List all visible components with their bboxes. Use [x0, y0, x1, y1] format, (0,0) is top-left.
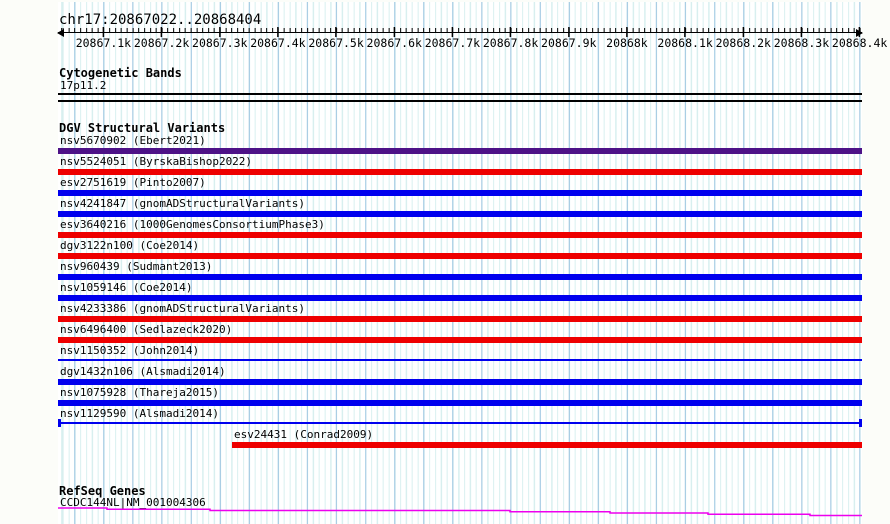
ruler-axis-line	[58, 32, 862, 33]
variant-row: nsv4233386 (gnomADStructuralVariants)	[58, 303, 862, 324]
variant-label[interactable]: dgv1432n106 (Alsmadi2014)	[60, 366, 226, 378]
ruler-tick-label: 20867.9k	[541, 36, 597, 50]
variant-label[interactable]: nsv960439 (Sudmant2013)	[60, 261, 212, 273]
variant-bar[interactable]	[58, 419, 862, 427]
variant-label[interactable]: nsv6496400 (Sedlazeck2020)	[60, 324, 232, 336]
variant-label[interactable]: nsv4241847 (gnomADStructuralVariants)	[60, 198, 305, 210]
variant-label[interactable]: esv24431 (Conrad2009)	[234, 429, 373, 441]
variant-bar[interactable]	[58, 190, 862, 196]
variant-bar[interactable]	[58, 253, 862, 259]
variant-label[interactable]: dgv3122n100 (Coe2014)	[60, 240, 199, 252]
ruler-tick-label: 20867.3k	[192, 36, 248, 50]
variant-label[interactable]: esv2751619 (Pinto2007)	[60, 177, 206, 189]
variant-row: nsv1059146 (Coe2014)	[58, 282, 862, 303]
variant-row: nsv1129590 (Alsmadi2014)	[58, 408, 862, 429]
variant-bar[interactable]	[58, 274, 862, 280]
variant-bar[interactable]	[58, 295, 862, 301]
variant-label[interactable]: nsv1075928 (Thareja2015)	[60, 387, 219, 399]
variant-label[interactable]: nsv5670902 (Ebert2021)	[60, 135, 206, 147]
variant-row: nsv5670902 (Ebert2021)	[58, 135, 862, 156]
variant-row: esv2751619 (Pinto2007)	[58, 177, 862, 198]
variants-list: nsv5670902 (Ebert2021) nsv5524051 (Byrska…	[58, 135, 862, 450]
variant-end-tick	[58, 419, 61, 427]
ruler-tick-label: 20868.3k	[773, 36, 830, 50]
variant-bar[interactable]	[58, 379, 862, 385]
ruler-tick-label: 20867.1k	[75, 36, 132, 50]
refseq-gene-line[interactable]	[58, 506, 862, 520]
variant-bar[interactable]	[58, 169, 862, 175]
ruler-tick-label: 20867.6k	[366, 36, 422, 50]
ruler-tick-label: 20867.7k	[424, 36, 481, 50]
coordinate-ruler: 20867.1k 20867.2k 20867.3k 20867.4k 20867.5k…	[57, 26, 887, 52]
variant-row: nsv5524051 (ByrskaBishop2022)	[58, 156, 862, 177]
variant-label[interactable]: nsv1059146 (Coe2014)	[60, 282, 192, 294]
variant-end-tick	[859, 419, 862, 427]
variant-label[interactable]: nsv1150352 (John2014)	[60, 345, 199, 357]
variant-label[interactable]: nsv5524051 (ByrskaBishop2022)	[60, 156, 252, 168]
ruler-tick-label: 20868.1k	[657, 36, 713, 50]
ruler-tick-label: 20867.4k	[250, 36, 306, 50]
variant-row: dgv3122n100 (Coe2014)	[58, 240, 862, 261]
variant-bar[interactable]	[58, 400, 862, 406]
variant-row: nsv1150352 (John2014)	[58, 345, 862, 366]
ruler-tick-label: 20867.8k	[482, 36, 539, 50]
variant-row: nsv6496400 (Sedlazeck2020)	[58, 324, 862, 345]
cytoband-label: 17p11.2	[60, 79, 107, 92]
variant-bar[interactable]	[58, 316, 862, 322]
variant-bar[interactable]	[232, 442, 862, 448]
variant-label[interactable]: esv3640216 (1000GenomesConsortiumPhase3)	[60, 219, 325, 231]
variant-label[interactable]: nsv1129590 (Alsmadi2014)	[60, 408, 219, 420]
ruler-tick-label: 20868k	[606, 36, 648, 50]
ruler-tick-label: 20868.2k	[715, 36, 771, 50]
variant-bar[interactable]	[58, 148, 862, 154]
variant-row: nsv1075928 (Thareja2015)	[58, 387, 862, 408]
variant-row: esv24431 (Conrad2009)	[58, 429, 862, 450]
variant-bar[interactable]	[58, 359, 862, 361]
variant-row: esv3640216 (1000GenomesConsortiumPhase3)	[58, 219, 862, 240]
variant-bar[interactable]	[58, 232, 862, 238]
variant-row: nsv960439 (Sudmant2013)	[58, 261, 862, 282]
ruler-left-arrow-icon	[57, 29, 64, 37]
variant-bar[interactable]	[58, 211, 862, 217]
variant-row: nsv4241847 (gnomADStructuralVariants)	[58, 198, 862, 219]
ruler-tick-label: 20868.4k	[831, 36, 888, 50]
cytoband-bar[interactable]	[58, 93, 862, 102]
ruler-tick-label: 20867.2k	[133, 36, 190, 50]
ruler-tick-label: 20867.5k	[308, 36, 364, 50]
variant-bar[interactable]	[58, 337, 862, 343]
variant-label[interactable]: nsv4233386 (gnomADStructuralVariants)	[60, 303, 305, 315]
variant-row: dgv1432n106 (Alsmadi2014)	[58, 366, 862, 387]
